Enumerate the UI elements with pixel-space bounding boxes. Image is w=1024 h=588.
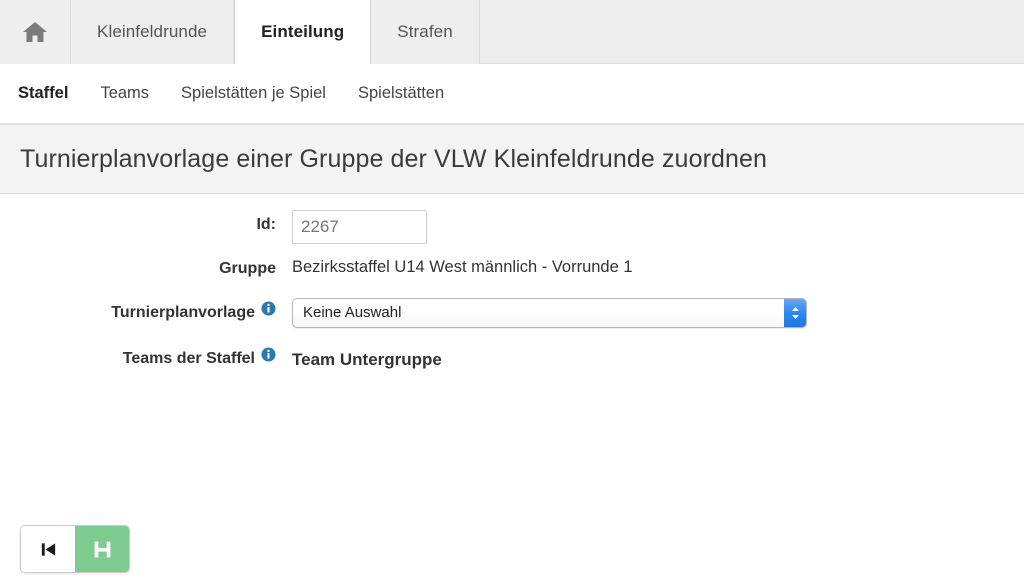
- subnav-item-teams[interactable]: Teams: [100, 84, 149, 103]
- tab-einteilung[interactable]: Einteilung: [234, 0, 372, 64]
- info-icon[interactable]: [261, 343, 276, 373]
- turnierplanvorlage-select-wrap: Keine Auswahl: [292, 298, 807, 328]
- tab-label: Strafen: [397, 22, 453, 41]
- page-title: Turnierplanvorlage einer Gruppe der VLW …: [20, 144, 768, 173]
- save-button[interactable]: [75, 526, 129, 572]
- gruppe-label: Gruppe: [219, 260, 276, 277]
- page-title-band: Turnierplanvorlage einer Gruppe der VLW …: [0, 124, 1024, 194]
- home-icon: [22, 20, 48, 44]
- info-icon[interactable]: [261, 297, 276, 327]
- floppy-disk-icon: [92, 539, 113, 560]
- tab-label: Kleinfeldrunde: [97, 22, 208, 41]
- top-tab-bar: Kleinfeldrunde Einteilung Strafen: [0, 0, 1024, 64]
- chevron-updown-icon[interactable]: [784, 299, 806, 327]
- subnav-item-spielstaetten-je-spiel[interactable]: Spielstätten je Spiel: [181, 84, 326, 103]
- gruppe-value: Bezirksstaffel U14 West männlich - Vorru…: [292, 258, 633, 276]
- tab-strafen[interactable]: Strafen: [371, 0, 480, 64]
- subnav-item-staffel[interactable]: Staffel: [18, 84, 68, 103]
- tab-bar-filler: [479, 0, 1024, 63]
- form-row-gruppe: Gruppe Bezirksstaffel U14 West männlich …: [0, 254, 1024, 284]
- teams-table-header: Team Untergruppe: [292, 350, 442, 370]
- step-backward-icon: [39, 540, 58, 559]
- tab-kleinfeldrunde[interactable]: Kleinfeldrunde: [71, 0, 235, 64]
- tab-home[interactable]: [0, 0, 71, 64]
- back-button[interactable]: [21, 526, 75, 572]
- turnierplanvorlage-label-wrap: Turnierplanvorlage: [0, 298, 292, 328]
- teams-der-staffel-field-wrap: Team Untergruppe: [292, 344, 1024, 374]
- turnierplanvorlage-select[interactable]: Keine Auswahl: [292, 298, 807, 328]
- gruppe-field-wrap: Bezirksstaffel U14 West männlich - Vorru…: [292, 254, 1024, 281]
- form-row-turnierplanvorlage: Turnierplanvorlage Keine Auswahl: [0, 298, 1024, 328]
- turnierplanvorlage-selected-value: Keine Auswahl: [303, 304, 402, 321]
- turnierplanvorlage-label: Turnierplanvorlage: [111, 304, 255, 322]
- id-field-wrap: [292, 210, 1024, 244]
- id-input[interactable]: [292, 210, 427, 244]
- action-button-group: [20, 525, 130, 573]
- sub-navigation: Staffel Teams Spielstätten je Spiel Spie…: [0, 64, 1024, 124]
- subnav-item-spielstaetten[interactable]: Spielstätten: [358, 84, 444, 103]
- tab-label: Einteilung: [261, 22, 345, 41]
- form-row-teams-der-staffel: Teams der Staffel Team Untergruppe: [0, 344, 1024, 374]
- teams-der-staffel-label: Teams der Staffel: [122, 350, 255, 368]
- form-row-id: Id:: [0, 210, 1024, 244]
- teams-der-staffel-label-wrap: Teams der Staffel: [0, 344, 292, 374]
- turnierplanvorlage-field-wrap: Keine Auswahl: [292, 298, 1024, 328]
- id-label: Id:: [256, 216, 276, 233]
- form-area: Id: Gruppe Bezirksstaffel U14 West männl…: [0, 194, 1024, 374]
